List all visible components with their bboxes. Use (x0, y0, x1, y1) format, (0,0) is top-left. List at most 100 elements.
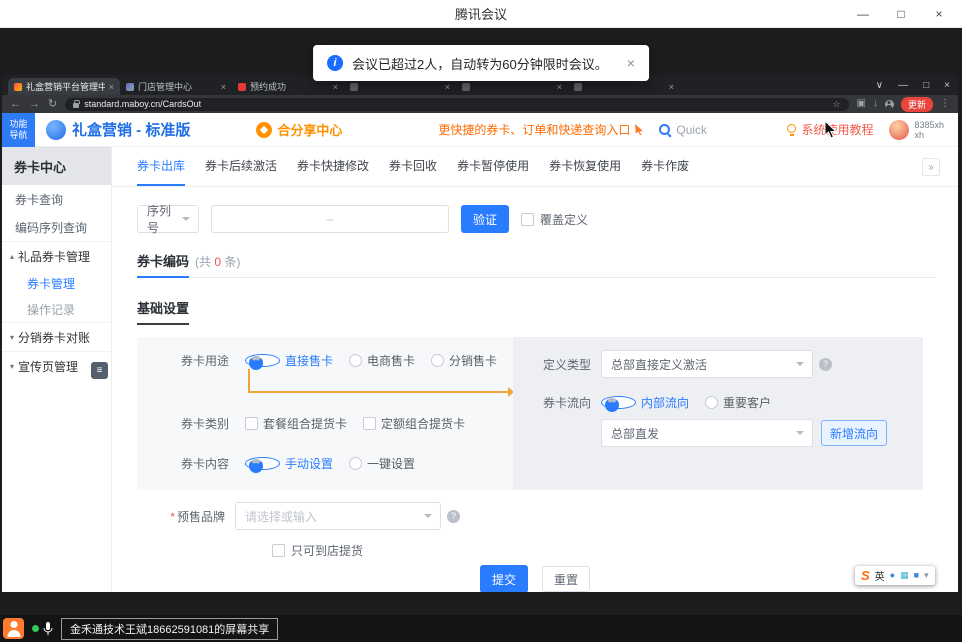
tab-card-outbound[interactable]: 券卡出库 (137, 147, 185, 186)
tab-close-icon[interactable]: × (333, 82, 338, 92)
web-page: 功能 导航 礼盒营销 - 标准版 合分享中心 更快捷的券卡、订单和快递查询入口 (2, 113, 958, 592)
overwrite-define-checkbox[interactable]: 覆盖定义 (521, 211, 588, 228)
checkbox-icon (521, 213, 534, 226)
store-pickup-only-checkbox[interactable]: 只可到店提货 (272, 542, 958, 559)
reload-icon[interactable]: ↻ (48, 99, 57, 110)
serial-range-input[interactable]: – (211, 205, 449, 233)
panel-collapse-button[interactable]: » (922, 158, 940, 176)
sidebar-group-distribution-reconcile[interactable]: ▾ 分销券卡对账 (2, 323, 111, 351)
sidebar-group-gift-card-mgmt[interactable]: ▴ 礼品券卡管理 (2, 242, 111, 270)
dash-placeholder: – (327, 212, 334, 226)
ime-mic-icon[interactable]: ● (890, 571, 895, 580)
tab-search-icon[interactable]: ∨ (876, 80, 883, 91)
add-flow-button[interactable]: 新增流向 (821, 420, 887, 446)
close-icon[interactable]: × (920, 0, 958, 27)
mic-status (32, 622, 53, 636)
sidebar-collapse-button[interactable]: ≡ (91, 362, 108, 379)
app-header: 功能 导航 礼盒营销 - 标准版 合分享中心 更快捷的券卡、订单和快递查询入口 (2, 113, 958, 147)
presale-brand-select[interactable]: 请选择或输入 (235, 502, 441, 530)
generic-favicon (350, 83, 358, 91)
radio-direct-sale[interactable]: 直接售卡 (245, 352, 333, 369)
browser-minimize-icon[interactable]: — (898, 80, 908, 91)
store-favicon (126, 83, 134, 91)
checkbox-fixed-combo-pickup-card[interactable]: 定额组合提货卡 (363, 415, 465, 432)
help-icon[interactable]: ? (819, 358, 832, 371)
minimize-icon[interactable]: — (844, 0, 882, 27)
reset-button[interactable]: 重置 (542, 566, 590, 592)
browser-update-button[interactable]: 更新 (901, 97, 933, 112)
sidebar-item-card-query[interactable]: 券卡查询 (2, 185, 111, 213)
back-icon[interactable]: ← (10, 99, 21, 110)
radio-distribution-sale[interactable]: 分销售卡 (431, 352, 497, 369)
main-content: 券卡出库 券卡后续激活 券卡快捷修改 券卡回收 券卡暂停使用 券卡恢复使用 券卡… (112, 147, 958, 592)
ime-toolbar[interactable]: S 英 ● ▦ ■ ▾ (855, 566, 935, 585)
app-logo[interactable]: 礼盒营销 - 标准版 (46, 119, 190, 140)
browser-close-icon[interactable]: × (944, 80, 950, 91)
window-controls: — □ × (844, 0, 958, 27)
browser-tab-store-admin[interactable]: 门店管理中心 × (120, 78, 232, 95)
flow-arrow-horizontal (248, 391, 508, 393)
tab-close-icon[interactable]: × (445, 82, 450, 92)
card-code-count: (共 0 条) (195, 255, 240, 269)
define-type-select[interactable]: 总部直接定义激活 (601, 350, 813, 378)
flow-select-row: 总部直发 新增流向 (601, 419, 887, 447)
red-dot-favicon (238, 83, 246, 91)
bookmark-star-icon[interactable]: ☆ (832, 99, 840, 110)
bulb-icon (786, 124, 796, 136)
radio-icon (349, 354, 362, 367)
quick-search[interactable]: Quick (659, 123, 707, 137)
download-icon[interactable]: ↓ (873, 99, 878, 109)
logo-text: 礼盒营销 - 标准版 (72, 119, 190, 140)
sidebar-item-card-management[interactable]: 券卡管理 (2, 270, 111, 296)
tab-close-icon[interactable]: × (221, 82, 226, 92)
tab-card-quick-edit[interactable]: 券卡快捷修改 (297, 147, 369, 186)
toast-close-icon[interactable]: × (627, 55, 635, 71)
tab-card-void[interactable]: 券卡作废 (641, 147, 689, 186)
meeting-titlebar: 腾讯会议 — □ × (0, 0, 962, 28)
ime-language-indicator[interactable]: 英 (875, 568, 885, 583)
microphone-icon (43, 622, 53, 636)
radio-important-customer[interactable]: 重要客户 (705, 394, 771, 411)
share-center-link[interactable]: 合分享中心 (256, 120, 342, 139)
tab-card-recycle[interactable]: 券卡回收 (389, 147, 437, 186)
radio-manual-setup[interactable]: 手动设置 (245, 455, 333, 472)
user-account[interactable]: 8385xh xh (889, 120, 944, 140)
function-nav-toggle[interactable]: 功能 导航 (2, 113, 35, 147)
flow-arrow-vertical (248, 369, 250, 393)
profile-icon[interactable] (885, 100, 894, 109)
checkbox-icon (363, 417, 376, 430)
maximize-icon[interactable]: □ (882, 0, 920, 27)
radio-internal-flow[interactable]: 内部流向 (601, 394, 689, 411)
sogou-logo-icon[interactable]: S (861, 568, 870, 583)
tab-card-suspend[interactable]: 券卡暂停使用 (457, 147, 529, 186)
tab-close-icon[interactable]: × (557, 82, 562, 92)
sidebar-item-operation-log[interactable]: 操作记录 (2, 296, 111, 322)
ime-toolbox-icon[interactable]: ■ (914, 571, 919, 580)
submit-button[interactable]: 提交 (480, 565, 528, 592)
promo-entry-link[interactable]: 更快捷的券卡、订单和快递查询入口 (438, 121, 644, 138)
ime-keyboard-icon[interactable]: ▦ (900, 571, 909, 580)
search-icon (659, 124, 671, 136)
mouse-cursor (824, 121, 837, 139)
browser-maximize-icon[interactable]: □ (923, 80, 929, 91)
tab-card-resume[interactable]: 券卡恢复使用 (549, 147, 621, 186)
flow-select[interactable]: 总部直发 (601, 419, 813, 447)
serial-type-select[interactable]: 序列号 (137, 205, 199, 233)
verify-button[interactable]: 验证 (461, 205, 509, 233)
help-icon[interactable]: ? (447, 510, 460, 523)
menu-dots-icon[interactable]: ⋮ (940, 99, 950, 109)
sidebar-item-code-serial-query[interactable]: 编码序列查询 (2, 213, 111, 241)
radio-icon (431, 354, 444, 367)
ime-more-icon[interactable]: ▾ (924, 571, 929, 580)
tab-close-icon[interactable]: × (109, 82, 114, 92)
radio-ecommerce-sale[interactable]: 电商售卡 (349, 352, 415, 369)
checkbox-combo-pickup-card[interactable]: 套餐组合提货卡 (245, 415, 347, 432)
address-bar[interactable]: standard.maboy.cn/CardsOut ☆ (65, 98, 848, 111)
extensions-icon[interactable]: ▣ (857, 99, 866, 109)
tab-card-activate[interactable]: 券卡后续激活 (205, 147, 277, 186)
tab-close-icon[interactable]: × (669, 82, 674, 92)
forward-icon[interactable]: → (29, 99, 40, 110)
radio-one-click-setup[interactable]: 一键设置 (349, 455, 415, 472)
browser-tab-gift-admin[interactable]: 礼盒营销平台管理中心 × (8, 78, 120, 95)
generic-favicon (574, 83, 582, 91)
